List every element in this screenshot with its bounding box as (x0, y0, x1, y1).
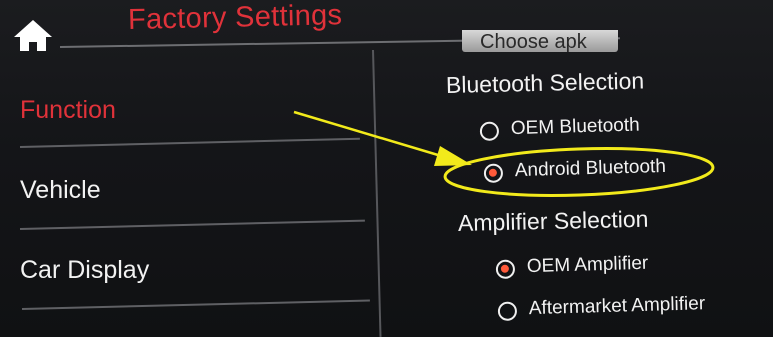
radio-label: Android Bluetooth (514, 155, 667, 182)
radio-checked-icon (483, 163, 504, 183)
settings-panel: Choose apk Bluetooth Selection OEM Bluet… (376, 30, 773, 337)
sidebar-item-car-display[interactable]: Car Display (20, 256, 149, 285)
sidebar-divider (21, 299, 370, 310)
radio-label: Aftermarket Amplifier (528, 293, 706, 320)
radio-oem-bluetooth[interactable]: OEM Bluetooth (479, 115, 640, 148)
radio-oem-amplifier[interactable]: OEM Amplifier (495, 253, 649, 286)
radio-label: OEM Bluetooth (510, 114, 640, 140)
sidebar-item-vehicle[interactable]: Vehicle (20, 176, 101, 205)
factory-settings-screen: Factory Settings Function Vehicle Car Di… (0, 0, 773, 337)
page-title: Factory Settings (127, 0, 343, 36)
radio-checked-icon (495, 259, 516, 279)
radio-aftermarket-amplifier[interactable]: Aftermarket Amplifier (497, 293, 705, 328)
home-button[interactable] (12, 18, 54, 54)
sidebar-divider (19, 137, 360, 148)
home-icon (14, 20, 52, 51)
sidebar-divider (19, 219, 365, 230)
sidebar-item-function[interactable]: Function (20, 96, 116, 125)
radio-unchecked-icon (497, 301, 518, 321)
radio-label: OEM Amplifier (526, 252, 649, 278)
choose-apk-button[interactable]: Choose apk (462, 30, 618, 52)
choose-apk-label: Choose apk (480, 31, 587, 52)
radio-android-bluetooth[interactable]: Android Bluetooth (483, 156, 666, 190)
amplifier-selection-heading: Amplifier Selection (457, 205, 649, 236)
sidebar: Function Vehicle Car Display (0, 58, 372, 337)
bluetooth-selection-heading: Bluetooth Selection (445, 67, 645, 98)
radio-unchecked-icon (479, 121, 500, 141)
